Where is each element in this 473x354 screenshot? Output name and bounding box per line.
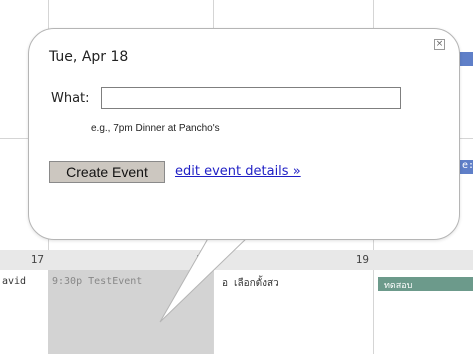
edit-event-details-link[interactable]: edit event details »: [175, 164, 301, 179]
what-input[interactable]: [101, 87, 401, 109]
example-hint: e.g., 7pm Dinner at Pancho's: [91, 123, 220, 134]
close-icon[interactable]: ×: [434, 39, 445, 50]
create-event-button[interactable]: Create Event: [49, 161, 165, 183]
event-label[interactable]: avid: [2, 276, 26, 287]
event-chip[interactable]: ทดสอบ: [378, 277, 473, 291]
day-header-20[interactable]: [373, 250, 473, 270]
what-label: What:: [51, 91, 90, 106]
popup-date: Tue, Apr 18: [49, 49, 129, 65]
quick-add-popup: Tue, Apr 18 × What: e.g., 7pm Dinner at …: [28, 28, 460, 240]
day-header-17[interactable]: 17: [0, 250, 48, 270]
event-partial-label: e:: [462, 160, 473, 171]
day-header-19[interactable]: 19: [213, 250, 373, 270]
event-label[interactable]: อ เลือกตั้งสว: [222, 276, 279, 291]
event-label[interactable]: 9:30p TestEvent: [52, 276, 142, 287]
day-header-18[interactable]: 18: [48, 250, 213, 270]
